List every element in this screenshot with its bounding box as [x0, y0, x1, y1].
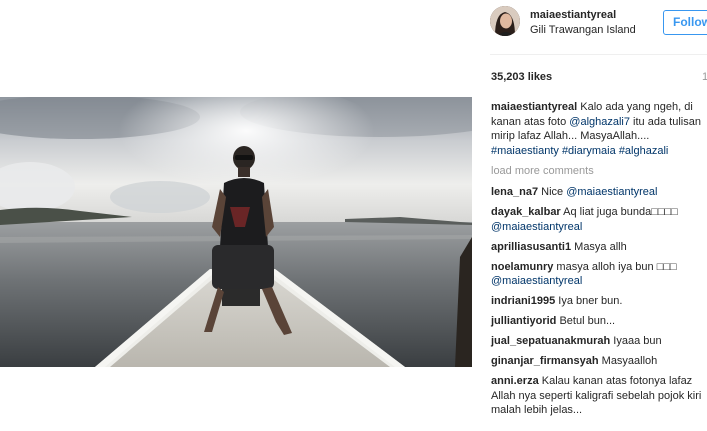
post-username[interactable]: maiaestiantyreal [530, 9, 616, 21]
comment-username[interactable]: julliantiyorid [491, 315, 556, 327]
comment-text: masya alloh iya bun □□□ [553, 260, 677, 273]
comment-mention[interactable]: @maiaestiantyreal [491, 221, 582, 233]
follow-button[interactable]: Follow [663, 10, 707, 35]
comment-text: Iya bner bun. [555, 295, 623, 307]
post-header: maiaestiantyreal Gili Trawangan Island F… [490, 6, 707, 38]
header-divider [490, 54, 707, 55]
boat-sea-photo [0, 97, 472, 367]
comment-mention[interactable]: @maiaestiantyreal [491, 275, 582, 287]
post-media-area [0, 0, 472, 431]
comment-text: Aq liat juga bunda□□□□ [560, 206, 678, 218]
comment-username[interactable]: lena_na7 [491, 186, 538, 198]
post-sidebar: maiaestiantyreal Gili Trawangan Island F… [473, 0, 707, 431]
post-location[interactable]: Gili Trawangan Island [530, 24, 636, 36]
list-item: indriani1995 Iya bner bun. [491, 294, 707, 309]
list-item: ginanjar_firmansyah Masyaalloh [491, 354, 707, 369]
comments-list: maiaestiantyreal Kalo ada yang ngeh, di … [491, 100, 707, 423]
likes-count[interactable]: 35,203 likes [491, 71, 552, 83]
comment-text: Nice [538, 186, 567, 198]
list-item: anni.erza Kalau kanan atas fotonya lafaz… [491, 374, 707, 418]
caption-mention[interactable]: @alghazali7 [569, 116, 630, 128]
list-item: julliantiyorid Betul bun... [491, 314, 707, 329]
comment-text: Masyaalloh [598, 355, 658, 367]
list-item: dayak_kalbar Aq liat juga bunda□□□□ @mai… [491, 205, 707, 234]
avatar-image [490, 6, 520, 36]
comment-username[interactable]: indriani1995 [491, 295, 555, 307]
post-time[interactable]: 1 [702, 71, 707, 83]
comment-username[interactable]: jual_sepatuanakmurah [491, 335, 610, 347]
caption-username[interactable]: maiaestiantyreal [491, 101, 577, 113]
comment-username[interactable]: aprilliasusanti1 [491, 241, 571, 253]
comment-username[interactable]: noelamunry [491, 261, 553, 273]
comment-text: Betul bun... [556, 315, 616, 327]
comment-username[interactable]: dayak_kalbar [491, 206, 561, 218]
list-item: jual_sepatuanakmurah Iyaaa bun [491, 334, 707, 349]
comment-username[interactable]: anni.erza [491, 375, 539, 387]
comment-mention[interactable]: @maiaestiantyreal [566, 186, 657, 198]
list-item: lena_na7 Nice @maiaestiantyreal [491, 185, 707, 200]
post-photo[interactable] [0, 97, 472, 367]
avatar[interactable] [490, 6, 520, 36]
caption: maiaestiantyreal Kalo ada yang ngeh, di … [491, 100, 707, 158]
hashtag-maiaestianty[interactable]: #maiaestianty [491, 145, 559, 157]
comment-username[interactable]: ginanjar_firmansyah [491, 355, 599, 367]
hashtag-diarymaia[interactable]: #diarymaia [562, 145, 616, 157]
list-item: aprilliasusanti1 Masya allh [491, 240, 707, 255]
load-more-comments-link[interactable]: load more comments [491, 164, 707, 179]
comment-text: Iyaaa bun [610, 335, 662, 347]
list-item: noelamunry masya alloh iya bun □□□ @maia… [491, 260, 707, 289]
hashtag-alghazali[interactable]: #alghazali [619, 145, 669, 157]
comment-text: Masya allh [571, 240, 627, 253]
